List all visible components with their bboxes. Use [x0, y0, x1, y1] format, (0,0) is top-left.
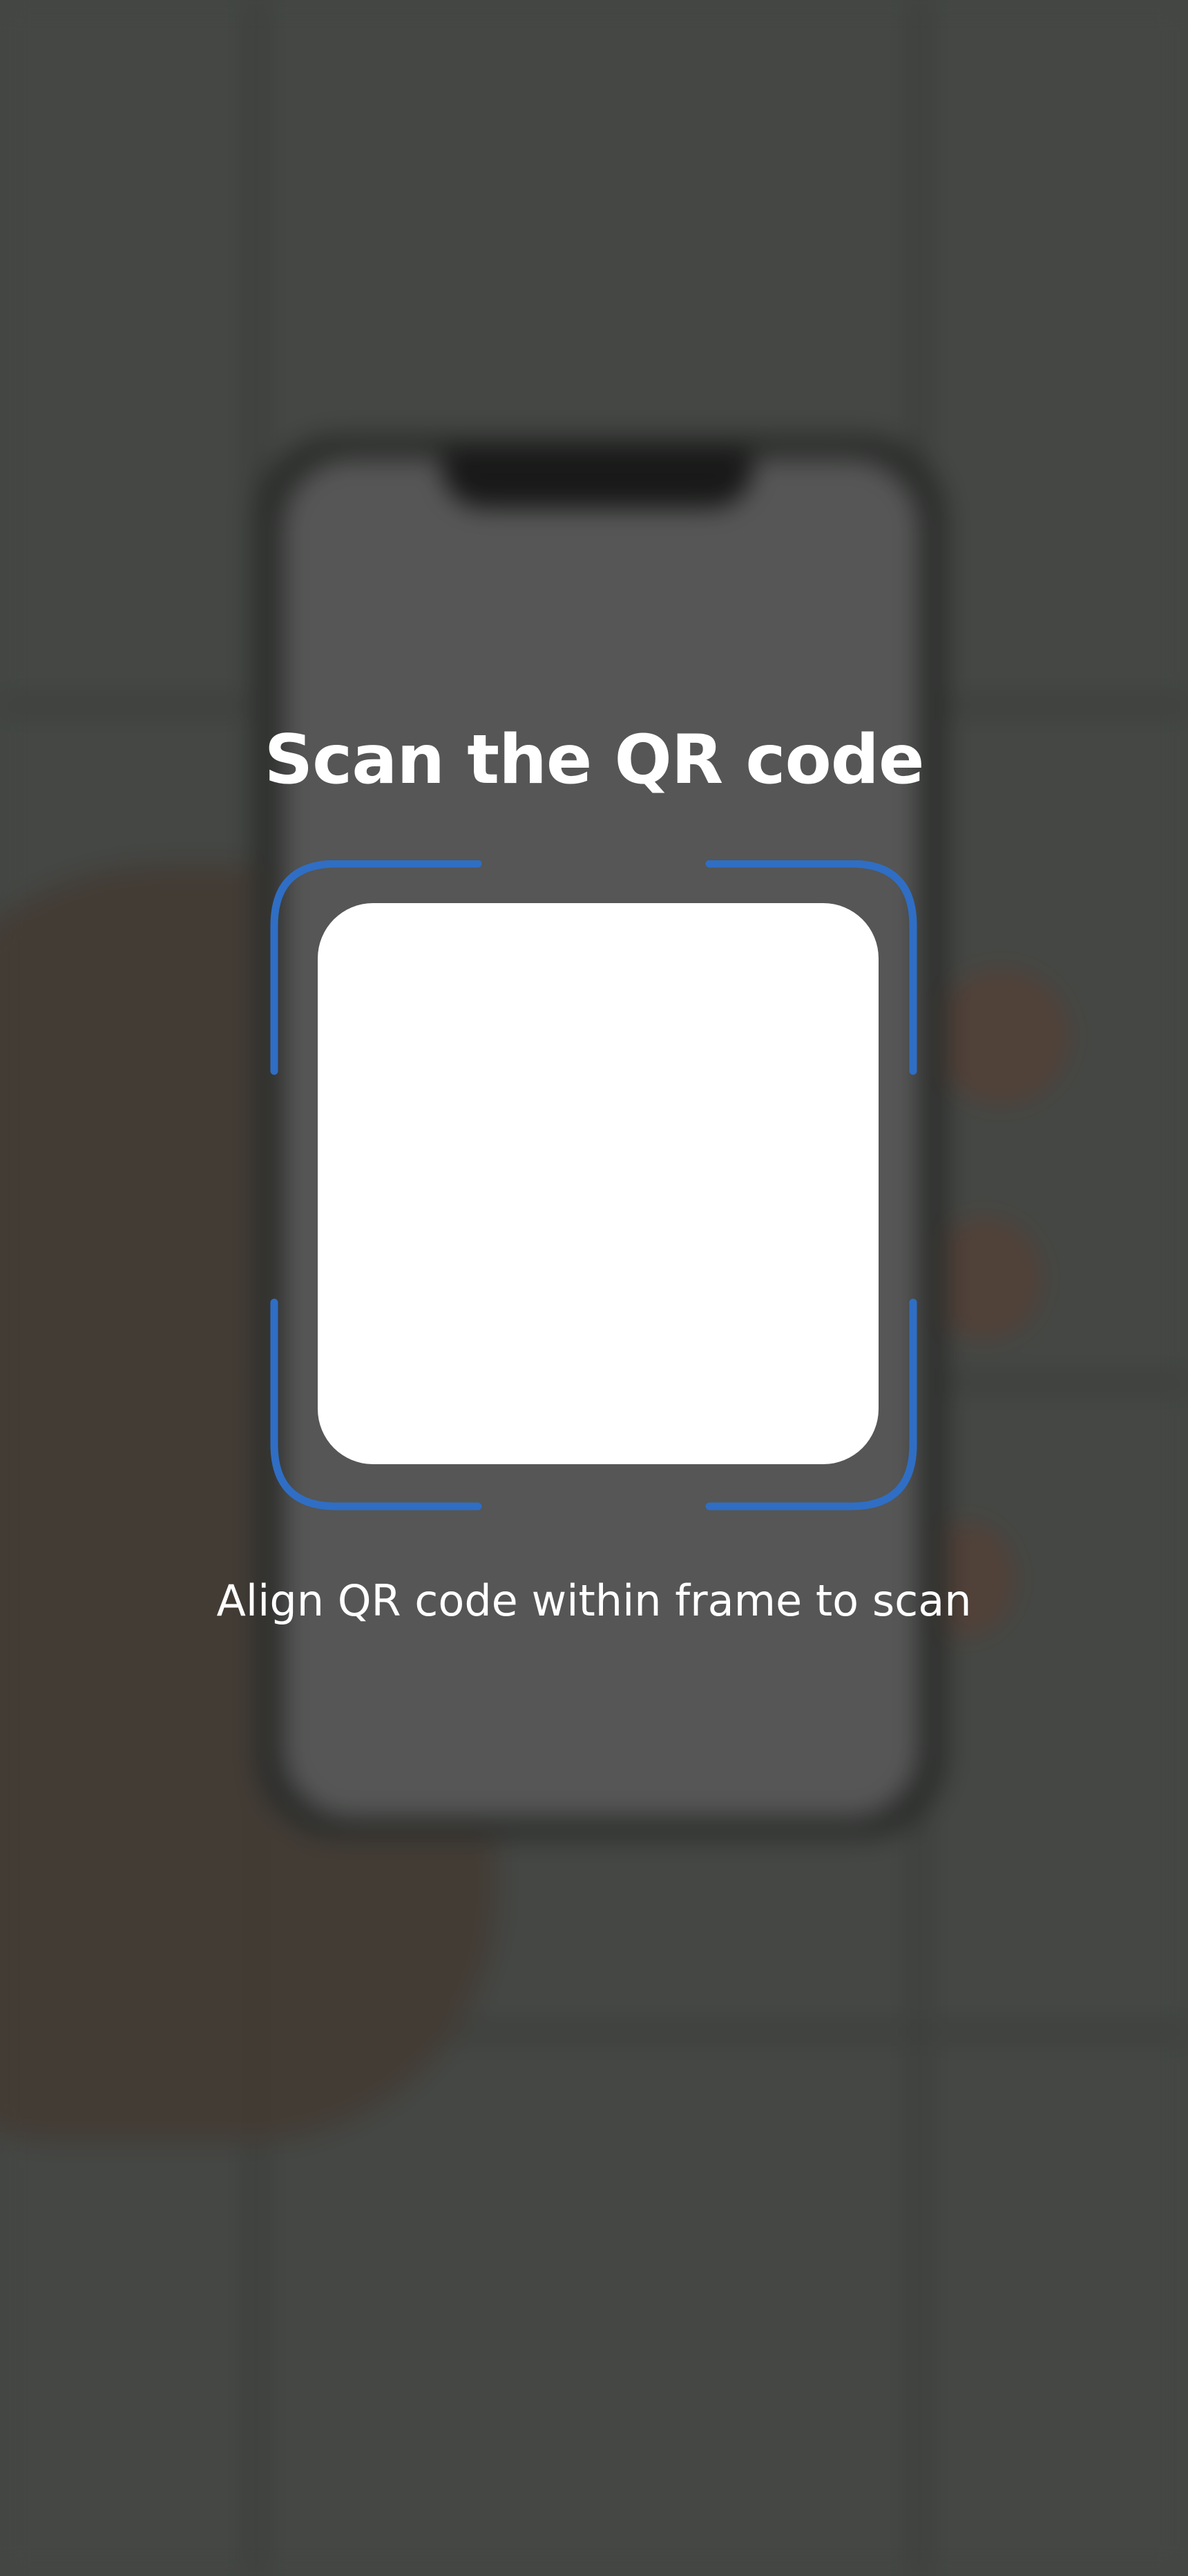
- qr-scanner-screen: Scan the QR code Align QR code within fr…: [0, 0, 1188, 2576]
- page-title: Scan the QR code: [264, 721, 925, 799]
- qr-scan-window[interactable]: [318, 903, 879, 1464]
- qr-scan-frame: [267, 860, 919, 1513]
- scan-instruction: Align QR code within frame to scan: [216, 1575, 972, 1626]
